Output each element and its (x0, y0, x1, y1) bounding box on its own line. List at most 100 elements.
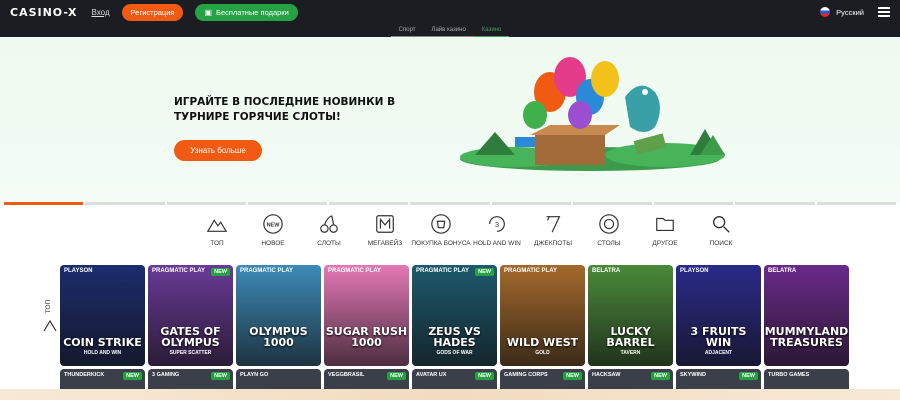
game-title: MUMMYLAND TREASURES (764, 325, 849, 349)
new-badge: NEW (651, 372, 670, 380)
game-tile[interactable]: BELATRA LUCKY BARREL TAVERN (588, 265, 673, 366)
sub-nav: Спорт Лайв казино Казино (0, 25, 900, 37)
new-icon: NEW (263, 214, 283, 234)
cherry-icon (320, 215, 338, 233)
game-tile[interactable]: PLAYN GO (236, 369, 321, 389)
category-other[interactable]: ДРУГОЕ (638, 213, 692, 255)
chevron-right-icon[interactable]: › (836, 308, 840, 322)
game-title: ZEUS VS HADES (428, 325, 481, 349)
gift-icon: ▣ (204, 8, 213, 17)
svg-text:3: 3 (495, 220, 499, 229)
game-subtitle: HOLD AND WIN (83, 350, 122, 356)
jackpot-icon (546, 216, 561, 233)
category-search[interactable]: ПОИСК (694, 213, 748, 255)
game-title: WILD WEST (506, 336, 579, 349)
hero-title: Играйте в последние новинки в турнире Го… (174, 96, 396, 123)
new-badge: NEW (211, 268, 230, 276)
category-top[interactable]: ТОП (190, 213, 244, 255)
folder-icon (656, 217, 674, 232)
chip-icon (599, 214, 619, 234)
register-button[interactable]: Регистрация (121, 4, 184, 21)
gifts-button[interactable]: ▣ Бесплатные подарки (195, 4, 298, 21)
game-tile[interactable]: PRAGMATIC PLAY OLYMPUS 1000 (236, 265, 321, 366)
category-new[interactable]: NEW НОВОЕ (246, 213, 300, 255)
game-provider: PRAGMATIC PLAY (416, 268, 470, 274)
category-label: МЕГАВЕЙЗ (367, 240, 403, 247)
game-title: GATES OF OLYMPUS (160, 325, 221, 349)
category-slots[interactable]: СЛОТЫ (302, 213, 356, 255)
game-tile[interactable]: PRAGMATIC PLAY WILD WEST GOLD (500, 265, 585, 366)
game-provider: THUNDERKICK (64, 372, 105, 378)
game-tile[interactable]: PRAGMATIC PLAY NEW GATES OF OLYMPUS SUPER S… (148, 265, 233, 366)
game-provider: BELATRA (768, 268, 797, 274)
game-tile[interactable]: PRAGMATIC PLAY NEW ZEUS VS HADES GODS OF WA… (412, 265, 497, 366)
game-title: OLYMPUS 1000 (249, 325, 308, 349)
megaways-icon (376, 215, 394, 233)
game-title: SUGAR RUSH 1000 (325, 325, 408, 349)
game-provider: PLAYSON (680, 268, 709, 274)
bottom-strip (0, 389, 900, 400)
hero-illustration (460, 57, 725, 171)
game-tile[interactable]: VEGGBRASIL NEW (324, 369, 409, 389)
game-tile[interactable]: AVATAR UX NEW (412, 369, 497, 389)
category-hold-and-win[interactable]: 3 HOLD AND WIN (470, 213, 524, 255)
category-label: HOLD AND WIN (473, 240, 521, 247)
category-label: НОВОЕ (261, 240, 285, 247)
menu-icon[interactable] (878, 7, 890, 17)
new-badge: NEW (475, 372, 494, 380)
game-tile[interactable]: PLAYSON COIN STRIKE HOLD AND WIN (60, 265, 145, 366)
new-badge: NEW (563, 372, 582, 380)
game-provider: VEGGBRASIL (328, 372, 365, 378)
game-tile[interactable]: GAMING CORPS NEW (500, 369, 585, 389)
logo[interactable]: CASINO-X (10, 6, 78, 19)
game-tile[interactable]: HACKSAW NEW (588, 369, 673, 389)
mountain-small-icon (43, 319, 57, 332)
game-provider: BELATRA (592, 268, 621, 274)
game-tile[interactable]: PLAYSON 3 FRUITS WIN ADJACENT (676, 265, 761, 366)
game-provider: PRAGMATIC PLAY (328, 268, 382, 274)
game-tile[interactable]: SKYWIND NEW (676, 369, 761, 389)
new-badge: NEW (387, 372, 406, 380)
bonus-icon (431, 214, 451, 234)
learn-more-button[interactable]: Узнать больше (174, 140, 262, 161)
new-badge: NEW (123, 372, 142, 380)
new-badge: NEW (475, 268, 494, 276)
language-label: Русский (836, 7, 864, 17)
game-provider: GAMING CORPS (504, 372, 548, 378)
game-tile[interactable]: PRAGMATIC PLAY SUGAR RUSH 1000 (324, 265, 409, 366)
search-icon (712, 215, 730, 233)
game-tile[interactable]: TURBO GAMES (764, 369, 849, 389)
category-label: ТОП (210, 240, 224, 247)
game-provider: 3 GAMING (152, 372, 180, 378)
category-jackpots[interactable]: ДЖЕКПОТЫ (526, 213, 580, 255)
flag-icon (820, 7, 831, 17)
tab-live-casino[interactable]: Лайв казино (423, 25, 474, 37)
language-selector[interactable]: Русский (820, 7, 864, 17)
game-title: 3 FRUITS WIN (690, 325, 747, 349)
category-tables[interactable]: СТОЛЫ (582, 213, 636, 255)
game-subtitle: TAVERN (620, 350, 641, 356)
new-badge: NEW (211, 372, 230, 380)
game-provider: HACKSAW (592, 372, 621, 378)
banner-progress (4, 202, 896, 205)
tab-sport[interactable]: Спорт (390, 25, 424, 37)
category-label: ПОКУПКА БОНУСА (411, 240, 471, 247)
game-provider: SKYWIND (680, 372, 706, 378)
games-row-2: THUNDERKICK NEW 3 GAMING NEW PLAYN GO VEGGBRA… (60, 369, 849, 389)
top-bar: CASINO-X Вход Регистрация ▣ Бесплатные п… (0, 0, 900, 25)
category-label: СТОЛЫ (597, 240, 621, 247)
game-provider: PLAYN GO (240, 372, 269, 378)
game-provider: TURBO GAMES (768, 372, 810, 378)
category-label: ДЖЕКПОТЫ (534, 240, 572, 247)
game-title: COIN STRIKE (63, 336, 142, 349)
game-provider: PRAGMATIC PLAY (504, 268, 558, 274)
login-link[interactable]: Вход (92, 8, 110, 17)
tab-casino[interactable]: Казино (473, 25, 510, 37)
game-tile[interactable]: THUNDERKICK NEW (60, 369, 145, 389)
game-provider: PLAYSON (64, 268, 93, 274)
game-provider: PRAGMATIC PLAY (152, 268, 206, 274)
category-megaways[interactable]: МЕГАВЕЙЗ (358, 213, 412, 255)
game-tile[interactable]: 3 GAMING NEW (148, 369, 233, 389)
game-subtitle: GODS OF WAR (436, 350, 473, 356)
category-bonus-buy[interactable]: ПОКУПКА БОНУСА (411, 213, 471, 255)
